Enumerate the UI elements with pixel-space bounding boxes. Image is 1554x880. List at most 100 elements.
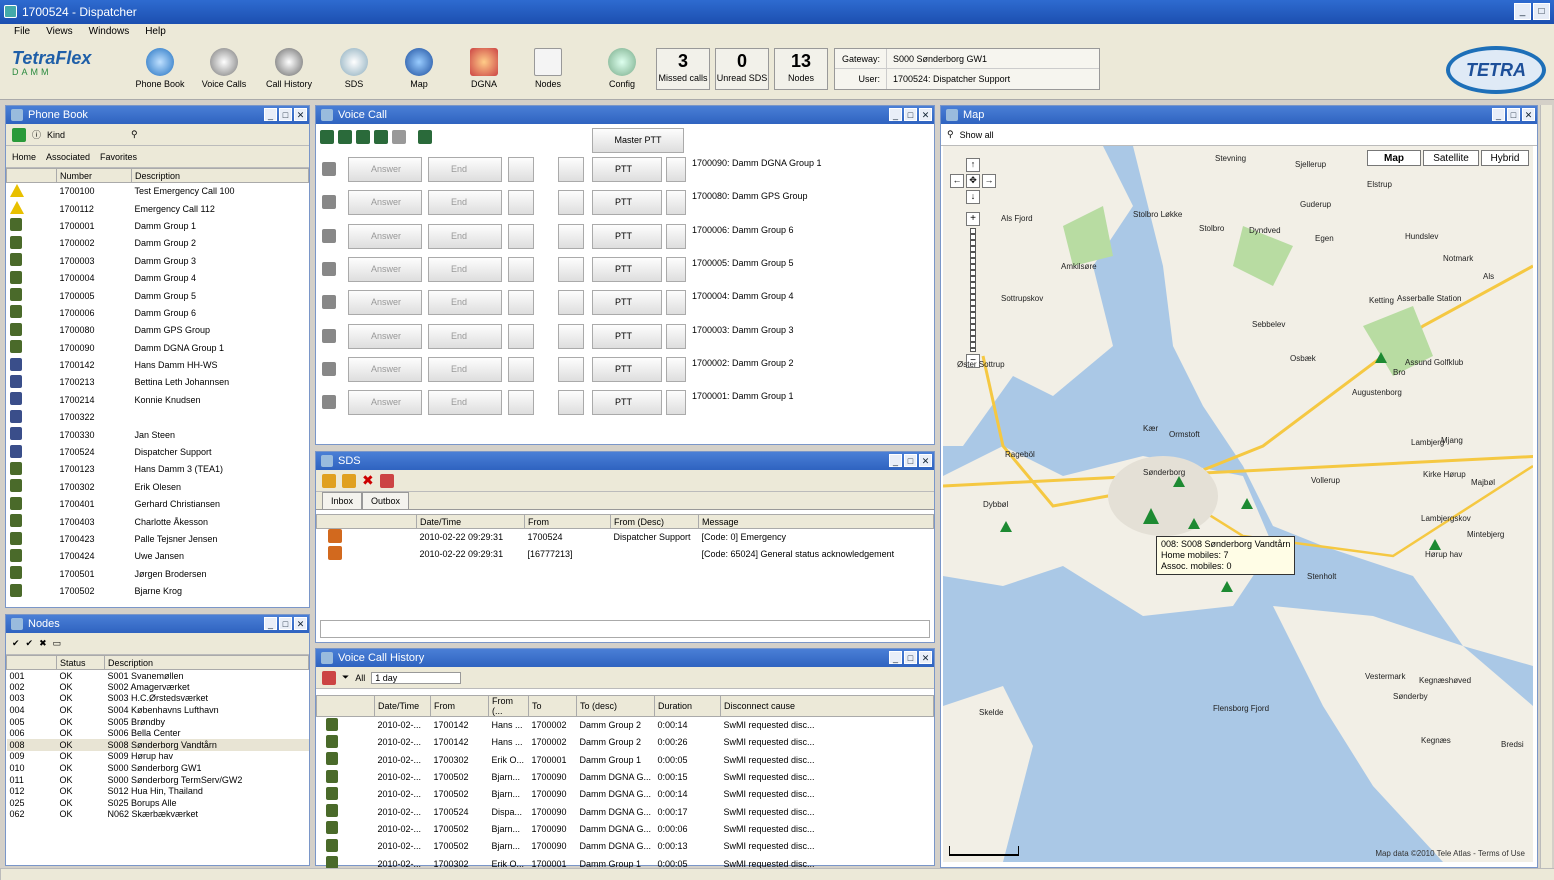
new-sds-icon[interactable] bbox=[322, 473, 336, 488]
panel-maximize[interactable]: □ bbox=[279, 108, 292, 121]
filter-dropdown[interactable]: All bbox=[355, 673, 365, 683]
table-row[interactable]: 062 OK N062 Skærbækværket bbox=[7, 809, 309, 821]
pan-up-button[interactable]: ↑ bbox=[966, 158, 980, 172]
call-tool-icon[interactable] bbox=[374, 130, 388, 144]
table-row[interactable]: 005 OK S005 Brøndby bbox=[7, 716, 309, 728]
volume-button[interactable] bbox=[508, 256, 534, 282]
end-button[interactable]: End bbox=[428, 190, 502, 216]
voice-calls-button[interactable]: Voice Calls bbox=[194, 46, 254, 96]
volume-button[interactable] bbox=[508, 290, 534, 316]
table-row[interactable]: 1700142 Hans Damm HH-WS bbox=[6, 356, 309, 374]
menu-file[interactable]: File bbox=[14, 24, 30, 40]
call-tool-icon[interactable] bbox=[338, 130, 352, 144]
phone-book-button[interactable]: Phone Book bbox=[130, 46, 190, 96]
tower-icon[interactable] bbox=[1221, 581, 1233, 592]
tab-inbox[interactable]: Inbox bbox=[322, 492, 363, 509]
panel-minimize[interactable]: _ bbox=[889, 651, 902, 664]
volume-button[interactable] bbox=[508, 323, 534, 349]
menu-views[interactable]: Views bbox=[46, 24, 73, 40]
tab-outbox[interactable]: Outbox bbox=[362, 492, 410, 509]
ptt-option-button[interactable] bbox=[666, 323, 686, 349]
panel-close[interactable]: ✕ bbox=[294, 108, 307, 121]
ptt-option-button[interactable] bbox=[666, 390, 686, 416]
table-row[interactable]: 1700401 Gerhard Christiansen bbox=[6, 495, 309, 513]
nodes-counter[interactable]: 13 Nodes bbox=[774, 48, 828, 90]
panel-close[interactable]: ✕ bbox=[1522, 108, 1535, 121]
table-row[interactable]: 1700004 Damm Group 4 bbox=[7, 269, 309, 286]
table-row[interactable]: 1700502 Bjarne Krog bbox=[7, 582, 309, 599]
volume-button[interactable] bbox=[508, 390, 534, 416]
unread-sds-counter[interactable]: 0 Unread SDS bbox=[715, 48, 769, 90]
answer-button[interactable]: Answer bbox=[348, 290, 422, 316]
pan-right-button[interactable]: → bbox=[982, 174, 996, 188]
tab-home[interactable]: Home bbox=[12, 152, 36, 162]
sds-message-input[interactable] bbox=[320, 620, 930, 638]
table-row[interactable]: 1700213 Bettina Leth Johannsen bbox=[7, 374, 309, 391]
table-row[interactable]: 1700330 Jan Steen bbox=[6, 425, 309, 444]
panel-close[interactable]: ✕ bbox=[294, 617, 307, 630]
end-button[interactable]: End bbox=[428, 256, 502, 282]
mute-button[interactable] bbox=[558, 190, 584, 216]
ptt-option-button[interactable] bbox=[666, 157, 686, 182]
mute-button[interactable] bbox=[558, 256, 584, 282]
answer-button[interactable]: Answer bbox=[348, 256, 422, 282]
panel-minimize[interactable]: _ bbox=[264, 617, 277, 630]
period-dropdown[interactable]: 1 day bbox=[371, 671, 462, 684]
filter-icon[interactable]: ⏷ bbox=[342, 672, 349, 683]
table-row[interactable]: 2010-02-22 09:29:31 1700524 Dispatcher Sup… bbox=[317, 529, 934, 546]
table-row[interactable]: 2010-02-22 09:29:31 [16777213] [Code: 6502… bbox=[317, 546, 934, 563]
panel-maximize[interactable]: □ bbox=[1507, 108, 1520, 121]
table-row[interactable]: 2010-02-... 1700502 Bjarn... 1700090 Damm DG… bbox=[317, 820, 934, 837]
table-row[interactable]: 2010-02-... 1700142 Hans ... 1700002 Damm Gr… bbox=[317, 717, 934, 734]
table-row[interactable]: 2010-02-... 1700502 Bjarn... 1700090 Damm DG… bbox=[317, 838, 934, 855]
table-row[interactable]: 1700501 Jørgen Brodersen bbox=[6, 565, 309, 583]
ptt-button[interactable]: PTT bbox=[592, 356, 662, 382]
table-row[interactable]: 011 OK S000 Sønderborg TermServ/GW2 bbox=[7, 774, 309, 786]
nodes-button[interactable]: Nodes bbox=[518, 46, 578, 96]
table-row[interactable]: 1700423 Palle Tejsner Jensen bbox=[6, 530, 309, 548]
master-ptt-button[interactable]: Master PTT bbox=[592, 128, 684, 153]
mute-button[interactable] bbox=[558, 290, 584, 316]
table-row[interactable]: 1700006 Damm Group 6 bbox=[7, 304, 309, 321]
ptt-button[interactable]: PTT bbox=[592, 323, 662, 349]
calendar-icon[interactable] bbox=[322, 670, 336, 685]
ptt-button[interactable]: PTT bbox=[592, 223, 662, 249]
volume-button[interactable] bbox=[508, 223, 534, 249]
ptt-option-button[interactable] bbox=[666, 356, 686, 382]
answer-button[interactable]: Answer bbox=[348, 390, 422, 416]
answer-button[interactable]: Answer bbox=[348, 323, 422, 349]
table-row[interactable]: 025 OK S025 Borups Alle bbox=[7, 797, 309, 809]
ptt-option-button[interactable] bbox=[666, 290, 686, 316]
volume-button[interactable] bbox=[508, 356, 534, 382]
table-row[interactable]: 001 OK S001 Svanemøllen bbox=[7, 670, 309, 682]
window-scrollbar[interactable] bbox=[1540, 105, 1552, 868]
mute-button[interactable] bbox=[558, 356, 584, 382]
panel-minimize[interactable]: _ bbox=[264, 108, 277, 121]
table-row[interactable]: 002 OK S002 Amagerværket bbox=[7, 681, 309, 693]
map-type-map-button[interactable]: Map bbox=[1367, 150, 1421, 166]
answer-button[interactable]: Answer bbox=[348, 157, 422, 182]
mute-button[interactable] bbox=[558, 323, 584, 349]
check-icon[interactable] bbox=[12, 127, 26, 142]
ptt-button[interactable]: PTT bbox=[592, 290, 662, 316]
tower-icon[interactable] bbox=[1143, 508, 1159, 524]
table-row[interactable]: 1700002 Damm Group 2 bbox=[7, 235, 309, 252]
check-icon[interactable]: ✔ bbox=[12, 638, 20, 649]
tower-icon[interactable] bbox=[1375, 352, 1387, 363]
tab-associated[interactable]: Associated bbox=[46, 152, 90, 162]
table-row[interactable]: 1700123 Hans Damm 3 (TEA1) bbox=[6, 460, 309, 479]
table-row[interactable]: 004 OK S004 Københavns Lufthavn bbox=[7, 704, 309, 716]
answer-button[interactable]: Answer bbox=[348, 223, 422, 249]
ptt-button[interactable]: PTT bbox=[592, 256, 662, 282]
panel-maximize[interactable]: □ bbox=[904, 454, 917, 467]
panel-close[interactable]: ✕ bbox=[919, 108, 932, 121]
end-button[interactable]: End bbox=[428, 390, 502, 416]
table-row[interactable]: 1700112 Emergency Call 112 bbox=[7, 200, 309, 217]
check-all-icon[interactable]: ✔ bbox=[26, 638, 34, 649]
delete-icon[interactable]: ✖ bbox=[362, 472, 374, 489]
answer-button[interactable]: Answer bbox=[348, 356, 422, 382]
table-row[interactable]: 2010-02-... 1700302 Erik O... 1700001 Damm G… bbox=[317, 751, 934, 768]
panel-maximize[interactable]: □ bbox=[904, 651, 917, 664]
tower-icon[interactable] bbox=[1241, 498, 1253, 509]
dgna-button[interactable]: DGNA bbox=[454, 46, 514, 96]
